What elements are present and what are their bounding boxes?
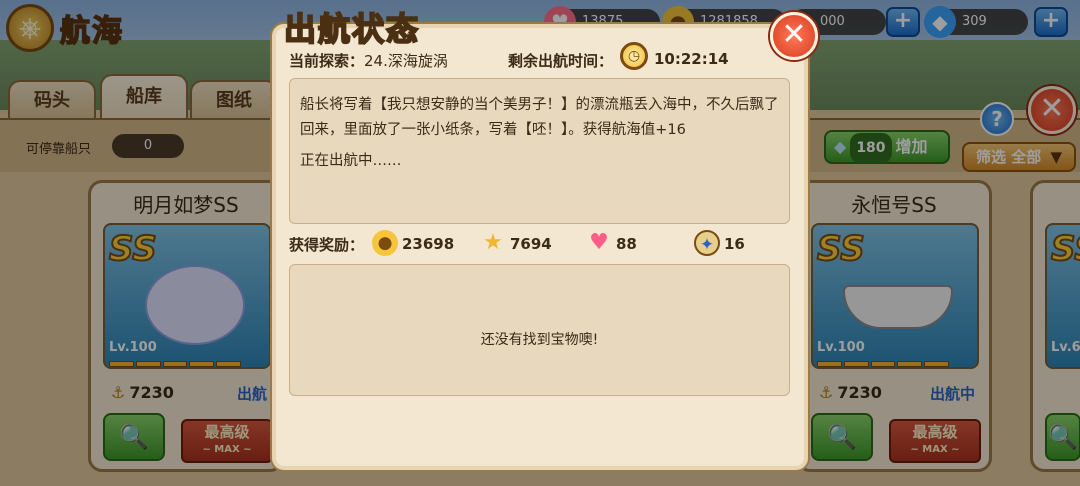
exploration-value: 24.深海旋涡: [364, 52, 448, 70]
voyage-status-text: 正在出航中……: [300, 153, 402, 169]
reward-compass-value: 16: [724, 235, 745, 253]
reward-heart-value: 88: [616, 235, 637, 253]
reward-heart: ♥ 88: [586, 230, 637, 258]
treasure-box: 还没有找到宝物噢!: [289, 264, 790, 396]
heart-icon: ♥: [589, 230, 609, 255]
treasure-empty-text: 还没有找到宝物噢!: [480, 332, 599, 348]
rewards-label: 获得奖励：: [289, 236, 365, 254]
compass-icon: ✦: [694, 230, 720, 256]
remaining-time-label: 剩余出航时间：: [508, 52, 614, 70]
voyage-message-box: 船长将写着【我只想安静的当个美男子！】的漂流瓶丢入海中，不久后飘了回来，里面放了…: [289, 78, 790, 224]
current-exploration: 当前探索：24.深海旋涡: [289, 50, 448, 71]
reward-compass: ✦ 16: [694, 230, 745, 258]
dialog-title: 出航状态: [283, 9, 421, 49]
remaining-time-value: 10:22:14: [654, 50, 729, 68]
close-dialog-button[interactable]: ✕: [770, 12, 818, 60]
stopwatch-icon: ◷: [620, 42, 648, 70]
reward-star: ★ 7694: [480, 230, 552, 258]
gold-coin-icon: ●: [372, 230, 398, 256]
reward-star-value: 7694: [510, 235, 552, 253]
reward-gold-value: 23698: [402, 235, 455, 253]
voyage-message: 船长将写着【我只想安静的当个美男子！】的漂流瓶丢入海中，不久后飘了回来，里面放了…: [300, 97, 779, 138]
exploration-label: 当前探索：: [289, 52, 365, 70]
reward-gold: ● 23698: [372, 230, 454, 258]
star-icon: ★: [483, 230, 503, 255]
